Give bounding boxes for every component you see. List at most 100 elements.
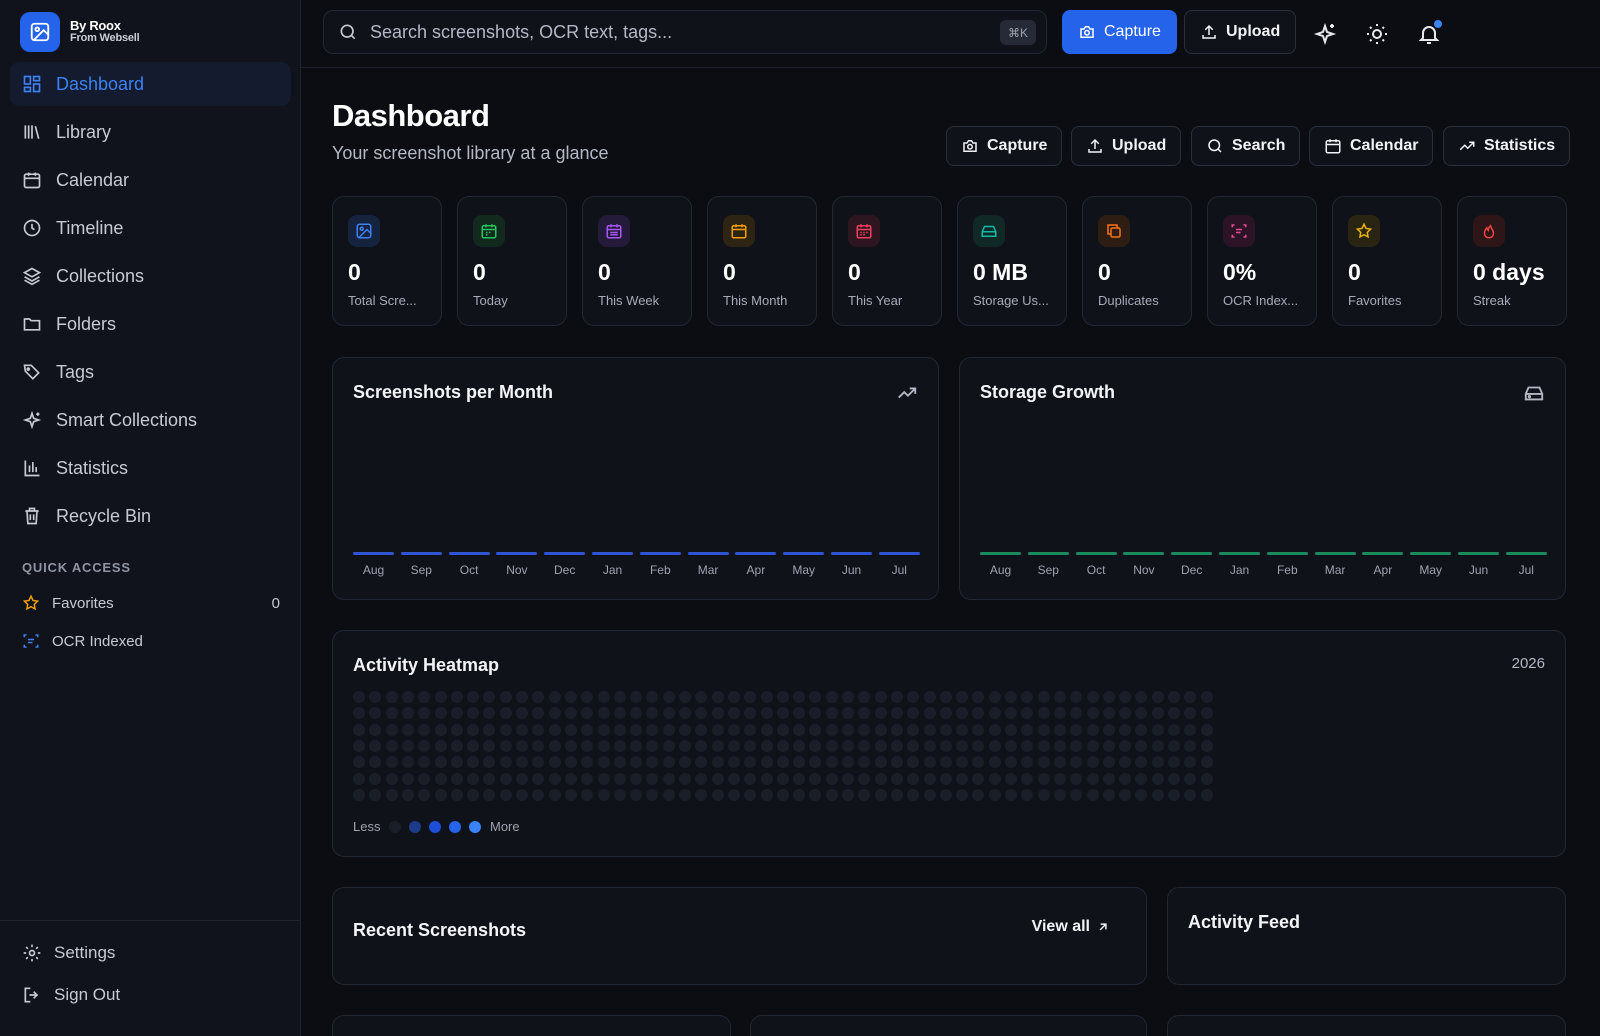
heatmap-cell[interactable]	[662, 723, 675, 736]
heatmap-cell[interactable]	[1021, 756, 1034, 769]
brand[interactable]: By Roox From Websell	[20, 12, 140, 52]
heatmap-cell[interactable]	[1086, 707, 1099, 720]
heatmap-cell[interactable]	[760, 756, 773, 769]
heatmap-cell[interactable]	[793, 772, 806, 785]
heatmap-cell[interactable]	[516, 739, 528, 752]
heatmap-cell[interactable]	[385, 756, 398, 769]
heatmap-cell[interactable]	[418, 788, 431, 801]
heatmap-cell[interactable]	[467, 788, 480, 801]
heatmap-cell[interactable]	[499, 788, 512, 801]
heatmap-cell[interactable]	[581, 788, 594, 801]
heatmap-cell[interactable]	[1021, 788, 1034, 801]
heatmap-cell[interactable]	[434, 691, 447, 703]
heatmap-cell[interactable]	[939, 739, 952, 752]
heatmap-cell[interactable]	[401, 739, 414, 752]
heatmap-cell[interactable]	[874, 691, 887, 703]
chart-bar[interactable]	[831, 552, 872, 555]
quick-access-favorites[interactable]: Favorites 0	[22, 589, 280, 617]
heatmap-cell[interactable]	[939, 756, 952, 769]
heatmap-cell[interactable]	[613, 788, 626, 801]
heatmap-cell[interactable]	[532, 772, 545, 785]
heatmap-cell[interactable]	[1135, 739, 1148, 752]
heatmap-cell[interactable]	[776, 723, 789, 736]
heatmap-cell[interactable]	[1119, 756, 1132, 769]
heatmap-cell[interactable]	[434, 756, 447, 769]
heatmap-cell[interactable]	[695, 707, 708, 720]
heatmap-cell[interactable]	[1005, 772, 1017, 785]
heatmap-cell[interactable]	[956, 739, 969, 752]
heatmap-cell[interactable]	[401, 788, 414, 801]
heatmap-cell[interactable]	[793, 723, 806, 736]
heatmap-cell[interactable]	[662, 756, 675, 769]
heatmap-cell[interactable]	[1037, 723, 1050, 736]
heatmap-cell[interactable]	[467, 707, 480, 720]
heatmap-cell[interactable]	[1200, 772, 1213, 785]
heatmap-cell[interactable]	[646, 723, 659, 736]
heatmap-cell[interactable]	[874, 739, 887, 752]
heatmap-cell[interactable]	[874, 772, 887, 785]
screenshot-card[interactable]	[1167, 1015, 1566, 1036]
heatmap-cell[interactable]	[564, 723, 577, 736]
heatmap-cell[interactable]	[450, 788, 463, 801]
heatmap-cell[interactable]	[630, 723, 643, 736]
heatmap-cell[interactable]	[1102, 707, 1115, 720]
heatmap-cell[interactable]	[548, 691, 561, 703]
chart-bar[interactable]	[1458, 552, 1499, 555]
heatmap-cell[interactable]	[744, 756, 757, 769]
heatmap-cell[interactable]	[890, 691, 903, 703]
chart-bar[interactable]	[639, 552, 681, 555]
heatmap-cell[interactable]	[1168, 772, 1180, 785]
heatmap-cell[interactable]	[776, 756, 789, 769]
heatmap-cell[interactable]	[1151, 707, 1164, 720]
heatmap-cell[interactable]	[1200, 756, 1213, 769]
heatmap-cell[interactable]	[695, 723, 708, 736]
heatmap-cell[interactable]	[890, 723, 903, 736]
heatmap-cell[interactable]	[858, 691, 871, 703]
heatmap-cell[interactable]	[874, 756, 887, 769]
heatmap-cell[interactable]	[842, 756, 854, 769]
heatmap-cell[interactable]	[532, 691, 545, 703]
heatmap-cell[interactable]	[923, 772, 936, 785]
heatmap-cell[interactable]	[385, 788, 398, 801]
heatmap-cell[interactable]	[646, 739, 659, 752]
heatmap-cell[interactable]	[548, 723, 561, 736]
heatmap-cell[interactable]	[1200, 691, 1213, 703]
heatmap-cell[interactable]	[662, 788, 675, 801]
heatmap-cell[interactable]	[1119, 691, 1132, 703]
heatmap-cell[interactable]	[809, 691, 822, 703]
heatmap-cell[interactable]	[418, 707, 431, 720]
heatmap-cell[interactable]	[988, 691, 1001, 703]
heatmap-cell[interactable]	[1005, 691, 1017, 703]
heatmap-cell[interactable]	[1053, 691, 1066, 703]
heatmap-cell[interactable]	[939, 723, 952, 736]
screenshot-card[interactable]	[750, 1015, 1147, 1036]
chart-bar[interactable]	[1075, 552, 1117, 555]
heatmap-cell[interactable]	[467, 772, 480, 785]
heatmap-cell[interactable]	[711, 788, 724, 801]
heatmap-cell[interactable]	[1037, 772, 1050, 785]
heatmap-cell[interactable]	[1184, 723, 1197, 736]
heatmap-cell[interactable]	[907, 756, 920, 769]
heatmap-cell[interactable]	[450, 772, 463, 785]
heatmap-cell[interactable]	[548, 772, 561, 785]
heatmap-cell[interactable]	[483, 691, 496, 703]
heatmap-cell[interactable]	[630, 691, 643, 703]
heatmap-cell[interactable]	[1102, 756, 1115, 769]
heatmap-cell[interactable]	[483, 756, 496, 769]
heatmap-cell[interactable]	[581, 772, 594, 785]
heatmap-cell[interactable]	[369, 788, 382, 801]
heatmap-cell[interactable]	[1135, 788, 1148, 801]
heatmap-cell[interactable]	[679, 739, 691, 752]
heatmap-cell[interactable]	[450, 691, 463, 703]
heatmap-cell[interactable]	[825, 788, 838, 801]
heatmap-cell[interactable]	[776, 788, 789, 801]
heatmap-cell[interactable]	[1119, 788, 1132, 801]
heatmap-cell[interactable]	[939, 788, 952, 801]
heatmap-cell[interactable]	[369, 756, 382, 769]
heatmap-cell[interactable]	[1021, 707, 1034, 720]
heatmap-cell[interactable]	[1021, 723, 1034, 736]
heatmap-cell[interactable]	[548, 707, 561, 720]
heatmap-cell[interactable]	[1168, 723, 1180, 736]
heatmap-cell[interactable]	[1168, 739, 1180, 752]
heatmap-cell[interactable]	[564, 788, 577, 801]
